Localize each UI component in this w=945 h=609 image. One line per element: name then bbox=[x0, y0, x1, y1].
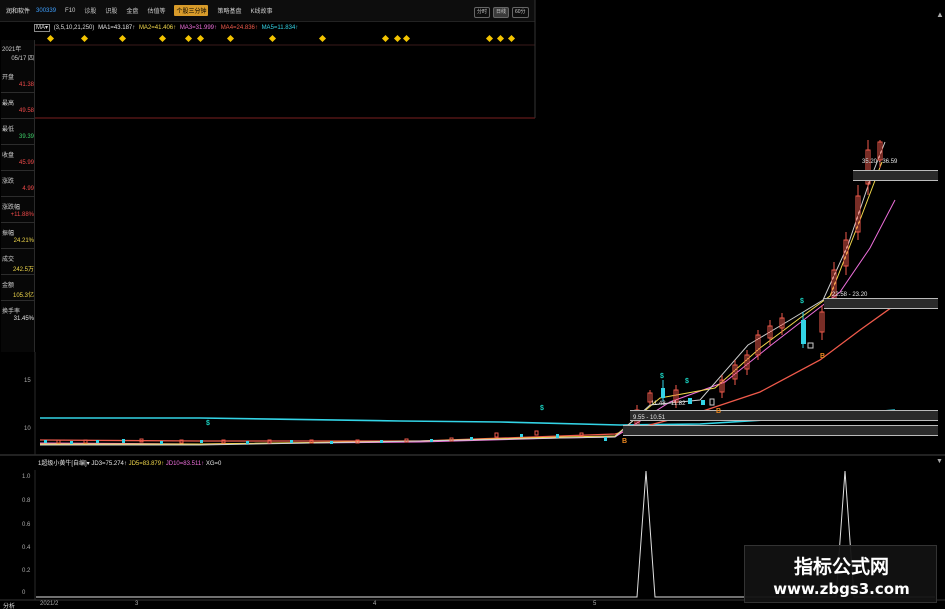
date-axis-label: 2021/2 bbox=[40, 601, 59, 607]
date-axis-label: 3 bbox=[135, 601, 139, 607]
indicator-axis-label: 0.4 bbox=[22, 545, 31, 551]
indicator-axis-label: 0.8 bbox=[22, 498, 31, 504]
indicator-chart[interactable] bbox=[0, 0, 945, 609]
bottom-menu-label[interactable]: 分析 bbox=[3, 601, 15, 609]
indicator-axis-label: 0.2 bbox=[22, 568, 31, 574]
watermark-url: www.zbgs3.com bbox=[773, 580, 910, 598]
indicator-axis-label: 1.0 bbox=[22, 474, 31, 480]
indicator-axis-label: 0.6 bbox=[22, 522, 31, 528]
date-axis-label: 4 bbox=[373, 601, 377, 607]
watermark-box: 指标公式网 www.zbgs3.com bbox=[744, 545, 937, 603]
indicator-axis-label: 0 bbox=[22, 590, 26, 596]
date-axis-label: 5 bbox=[593, 601, 597, 607]
watermark-title: 指标公式网 bbox=[793, 556, 889, 578]
